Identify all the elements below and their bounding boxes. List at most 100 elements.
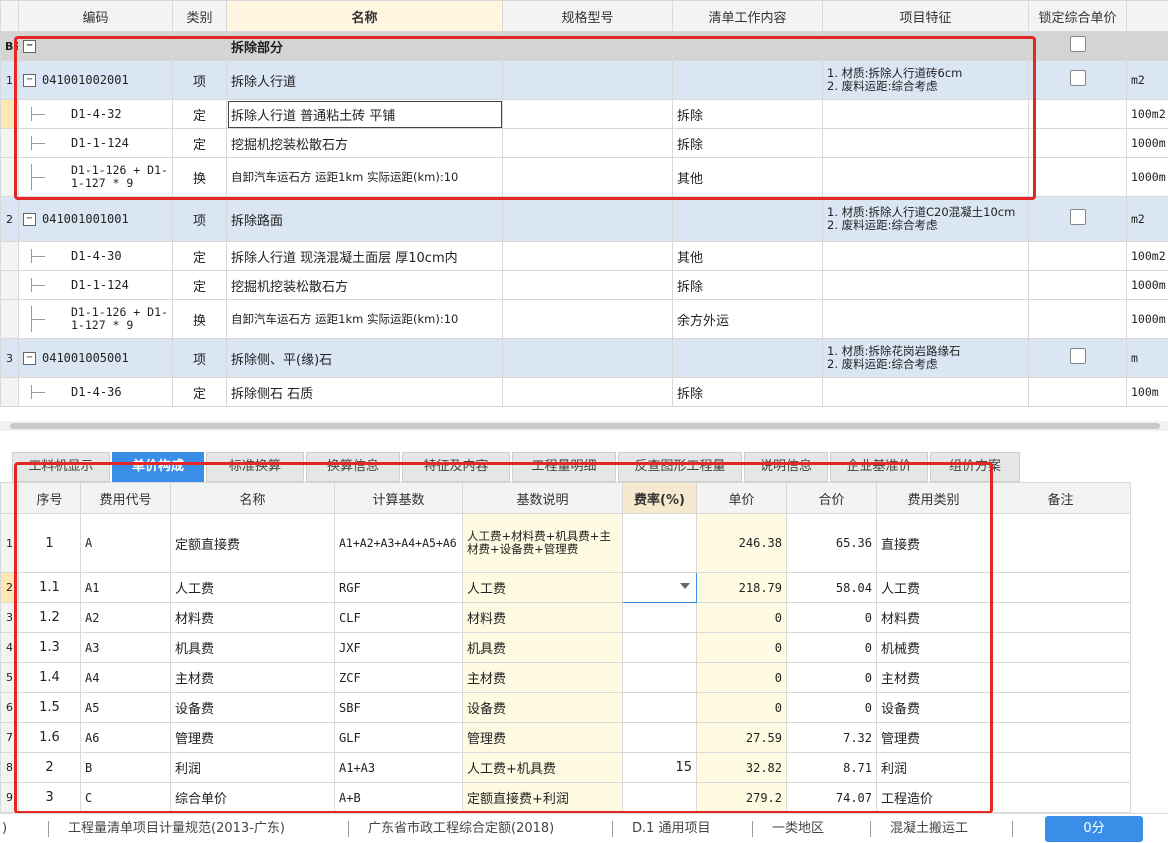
fee-code-cell[interactable]: C (81, 783, 171, 813)
fee-code-cell[interactable]: A2 (81, 603, 171, 633)
row-number[interactable]: 6 (1, 693, 19, 723)
spec-cell[interactable] (503, 100, 673, 129)
total-price-cell[interactable]: 7.32 (787, 723, 877, 753)
rate-cell[interactable] (623, 573, 697, 603)
seq-cell[interactable]: 1.4 (19, 663, 81, 693)
section-row[interactable]: B2− 拆除部分 (1, 32, 1168, 61)
header-work-content[interactable]: 清单工作内容 (673, 1, 823, 32)
work-content-cell[interactable]: 拆除 (673, 129, 823, 158)
note-cell[interactable] (991, 633, 1131, 663)
work-content-cell[interactable]: 拆除 (673, 100, 823, 129)
base-desc-cell[interactable]: 机具费 (463, 633, 623, 663)
name-cell[interactable]: 拆除部分 (227, 32, 503, 61)
unit-cell[interactable]: m2 (1127, 61, 1168, 100)
fee-row[interactable]: 11A定额直接费A1+A2+A3+A4+A5+A6人工费+材料费+机具费+主材费… (1, 514, 1131, 573)
header-category[interactable]: 类别 (173, 1, 227, 32)
fee-type-cell[interactable]: 机械费 (877, 633, 991, 663)
total-price-cell[interactable]: 65.36 (787, 514, 877, 573)
tab-3[interactable]: 换算信息 (306, 452, 400, 482)
total-price-cell[interactable]: 0 (787, 603, 877, 633)
header-note[interactable]: 备注 (991, 483, 1131, 514)
lock-price-cell[interactable] (1029, 339, 1127, 378)
seq-cell[interactable]: 2 (19, 753, 81, 783)
note-cell[interactable] (991, 783, 1131, 813)
fee-name-cell[interactable]: 管理费 (171, 723, 335, 753)
feature-cell[interactable] (823, 271, 1029, 300)
collapse-icon[interactable]: − (23, 213, 36, 226)
header-name[interactable]: 名称 (227, 1, 503, 32)
lock-checkbox[interactable] (1070, 348, 1086, 364)
lock-price-cell[interactable] (1029, 32, 1127, 61)
fee-name-cell[interactable]: 机具费 (171, 633, 335, 663)
fee-code-cell[interactable]: B (81, 753, 171, 783)
name-cell[interactable]: 挖掘机挖装松散石方 (227, 129, 503, 158)
code-cell[interactable]: D1-1-124 (19, 271, 173, 300)
fee-name-cell[interactable]: 材料费 (171, 603, 335, 633)
code-cell[interactable]: D1-1-124 (19, 129, 173, 158)
total-price-cell[interactable]: 8.71 (787, 753, 877, 783)
tab-8[interactable]: 企业基准价 (830, 452, 928, 482)
fee-name-cell[interactable]: 利润 (171, 753, 335, 783)
unit-cell[interactable]: m (1127, 339, 1168, 378)
spec-cell[interactable] (503, 378, 673, 407)
horizontal-scrollbar[interactable] (0, 421, 1168, 431)
header-code[interactable]: 编码 (19, 1, 173, 32)
unit-cell[interactable]: 100m2 (1127, 100, 1168, 129)
fee-type-cell[interactable]: 材料费 (877, 603, 991, 633)
seq-cell[interactable]: 1.1 (19, 573, 81, 603)
unit-cell[interactable]: 1000m (1127, 271, 1168, 300)
unit-cell[interactable]: 1000m (1127, 300, 1168, 339)
name-cell[interactable]: 拆除路面 (227, 197, 503, 242)
header-total-price[interactable]: 合价 (787, 483, 877, 514)
header-seq[interactable]: 序号 (19, 483, 81, 514)
bill-item-row[interactable]: 3−041001005001项拆除侧、平(缘)石1. 材质:拆除花岗岩路缘石2.… (1, 339, 1168, 378)
work-content-cell[interactable] (673, 197, 823, 242)
row-number[interactable]: 2 (1, 197, 19, 242)
rate-cell[interactable]: 15 (623, 753, 697, 783)
tab-6[interactable]: 反查图形工程量 (618, 452, 742, 482)
header-calc-base[interactable]: 计算基数 (335, 483, 463, 514)
note-cell[interactable] (991, 723, 1131, 753)
spec-cell[interactable] (503, 300, 673, 339)
name-cell[interactable]: 挖掘机挖装松散石方 (227, 271, 503, 300)
lock-price-cell[interactable] (1029, 61, 1127, 100)
lock-price-cell[interactable] (1029, 100, 1127, 129)
feature-cell[interactable] (823, 242, 1029, 271)
fee-name-cell[interactable]: 主材费 (171, 663, 335, 693)
rate-cell[interactable] (623, 663, 697, 693)
row-number[interactable] (1, 378, 19, 407)
collapse-icon[interactable]: − (23, 40, 36, 53)
status-bill-standard[interactable]: 工程量清单项目计量规范(2013-广东) (68, 814, 285, 843)
spec-cell[interactable] (503, 61, 673, 100)
row-number[interactable] (1, 242, 19, 271)
work-content-cell[interactable]: 余方外运 (673, 300, 823, 339)
tab-2[interactable]: 标准换算 (206, 452, 304, 482)
feature-cell[interactable] (823, 129, 1029, 158)
row-number[interactable]: B2 (1, 32, 19, 61)
fee-type-cell[interactable]: 管理费 (877, 723, 991, 753)
unit-price-cell[interactable]: 0 (697, 633, 787, 663)
calc-base-cell[interactable]: CLF (335, 603, 463, 633)
unit-cell[interactable]: 1000m (1127, 129, 1168, 158)
row-number[interactable] (1, 271, 19, 300)
category-cell[interactable]: 定 (173, 378, 227, 407)
seq-cell[interactable]: 1.3 (19, 633, 81, 663)
status-region[interactable]: 一类地区 (772, 814, 824, 843)
fee-type-cell[interactable]: 人工费 (877, 573, 991, 603)
code-cell[interactable]: D1-1-126 + D1-1-127 * 9 (19, 300, 173, 339)
unit-cell[interactable]: 1000m (1127, 158, 1168, 197)
unit-price-cell[interactable]: 32.82 (697, 753, 787, 783)
unit-price-cell[interactable]: 246.38 (697, 514, 787, 573)
row-number[interactable]: 7 (1, 723, 19, 753)
code-cell[interactable]: −041001001001 (19, 197, 173, 242)
work-content-cell[interactable]: 拆除 (673, 378, 823, 407)
base-desc-cell[interactable]: 人工费 (463, 573, 623, 603)
base-desc-cell[interactable]: 定额直接费+利润 (463, 783, 623, 813)
header-rate[interactable]: 费率(%) (623, 483, 697, 514)
row-number[interactable]: 8 (1, 753, 19, 783)
fee-type-cell[interactable]: 利润 (877, 753, 991, 783)
fee-code-cell[interactable]: A5 (81, 693, 171, 723)
name-cell[interactable]: 拆除人行道 (227, 61, 503, 100)
total-price-cell[interactable]: 58.04 (787, 573, 877, 603)
fee-row[interactable]: 31.2A2材料费CLF材料费00材料费 (1, 603, 1131, 633)
